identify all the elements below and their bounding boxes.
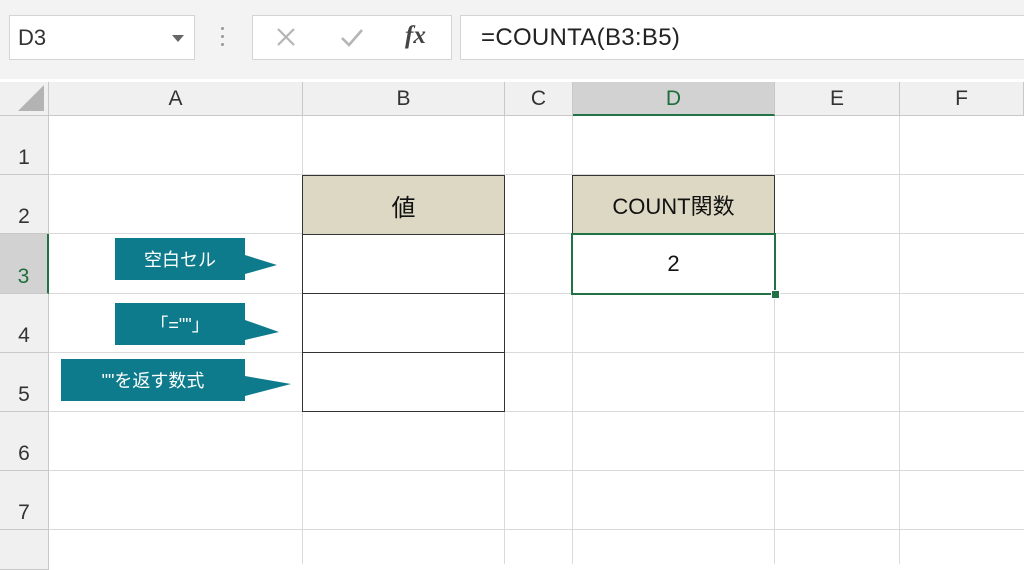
row-label: 7 bbox=[18, 501, 30, 524]
row-header-5[interactable]: 5 bbox=[0, 353, 49, 412]
name-box-value: D3 bbox=[18, 25, 47, 50]
gridline bbox=[49, 233, 1024, 234]
check-icon[interactable] bbox=[335, 22, 369, 54]
gridline bbox=[49, 470, 1024, 471]
cell-d2-text: COUNT関数 bbox=[612, 194, 735, 219]
column-header-a[interactable]: A bbox=[49, 82, 303, 116]
column-header-c[interactable]: C bbox=[505, 82, 573, 116]
cell-d3-text: 2 bbox=[667, 251, 680, 276]
cell-d3-selected[interactable]: 2 bbox=[571, 233, 776, 295]
row-header-6[interactable]: 6 bbox=[0, 412, 49, 471]
row-label: 6 bbox=[18, 442, 30, 465]
name-box[interactable]: D3 bbox=[9, 15, 195, 60]
gridline bbox=[49, 174, 1024, 175]
column-header-b[interactable]: B bbox=[303, 82, 505, 116]
gridline bbox=[49, 529, 1024, 530]
column-header-e[interactable]: E bbox=[775, 82, 900, 116]
spreadsheet-grid: A B C D E F 1 2 3 4 5 6 7 値 COUNT関数 2 空白… bbox=[0, 82, 1024, 570]
gridline bbox=[49, 293, 1024, 294]
row-label: 2 bbox=[18, 205, 30, 228]
row-header-3[interactable]: 3 bbox=[0, 234, 49, 294]
formula-toolbar: D3 fx =COUNTA(B3:B5) bbox=[0, 0, 1024, 79]
callout-formula-returning-empty: ""を返す数式 bbox=[61, 359, 293, 401]
callout-label: 「=""」 bbox=[115, 303, 245, 345]
cell-b2[interactable]: 値 bbox=[302, 175, 505, 235]
formula-text: =COUNTA(B3:B5) bbox=[481, 24, 681, 51]
cell-d2[interactable]: COUNT関数 bbox=[572, 175, 775, 235]
callout-empty-string: 「=""」 bbox=[115, 303, 280, 345]
select-all-triangle-icon bbox=[18, 85, 44, 111]
cell-b3[interactable] bbox=[302, 234, 505, 294]
callout-label: 空白セル bbox=[115, 238, 245, 280]
chevron-down-icon[interactable] bbox=[172, 35, 184, 42]
select-all-button[interactable] bbox=[0, 82, 49, 116]
more-options-icon[interactable] bbox=[221, 27, 225, 49]
row-header-1[interactable]: 1 bbox=[0, 116, 49, 175]
formula-input[interactable]: =COUNTA(B3:B5) bbox=[460, 15, 1024, 60]
insert-function-button[interactable]: fx bbox=[405, 22, 426, 50]
cell-b5[interactable] bbox=[302, 352, 505, 412]
cell-b4[interactable] bbox=[302, 293, 505, 353]
row-label: 1 bbox=[18, 146, 30, 169]
fill-handle[interactable] bbox=[771, 290, 780, 299]
gridline bbox=[49, 352, 1024, 353]
gridline bbox=[49, 411, 1024, 412]
row-header-2[interactable]: 2 bbox=[0, 175, 49, 234]
callout-label: ""を返す数式 bbox=[61, 359, 245, 401]
column-header-d[interactable]: D bbox=[573, 82, 775, 116]
row-label: 5 bbox=[18, 383, 30, 406]
gridline bbox=[899, 116, 900, 564]
row-header-7[interactable]: 7 bbox=[0, 471, 49, 530]
column-header-f[interactable]: F bbox=[900, 82, 1024, 116]
cell-b2-text: 値 bbox=[391, 194, 416, 222]
row-header-4[interactable]: 4 bbox=[0, 294, 49, 353]
row-header-8[interactable] bbox=[0, 530, 49, 570]
cancel-icon[interactable] bbox=[269, 22, 303, 54]
callout-blank-cell: 空白セル bbox=[115, 238, 280, 280]
row-label: 4 bbox=[18, 324, 30, 347]
formula-buttons: fx bbox=[252, 15, 452, 60]
row-label: 3 bbox=[17, 265, 30, 288]
